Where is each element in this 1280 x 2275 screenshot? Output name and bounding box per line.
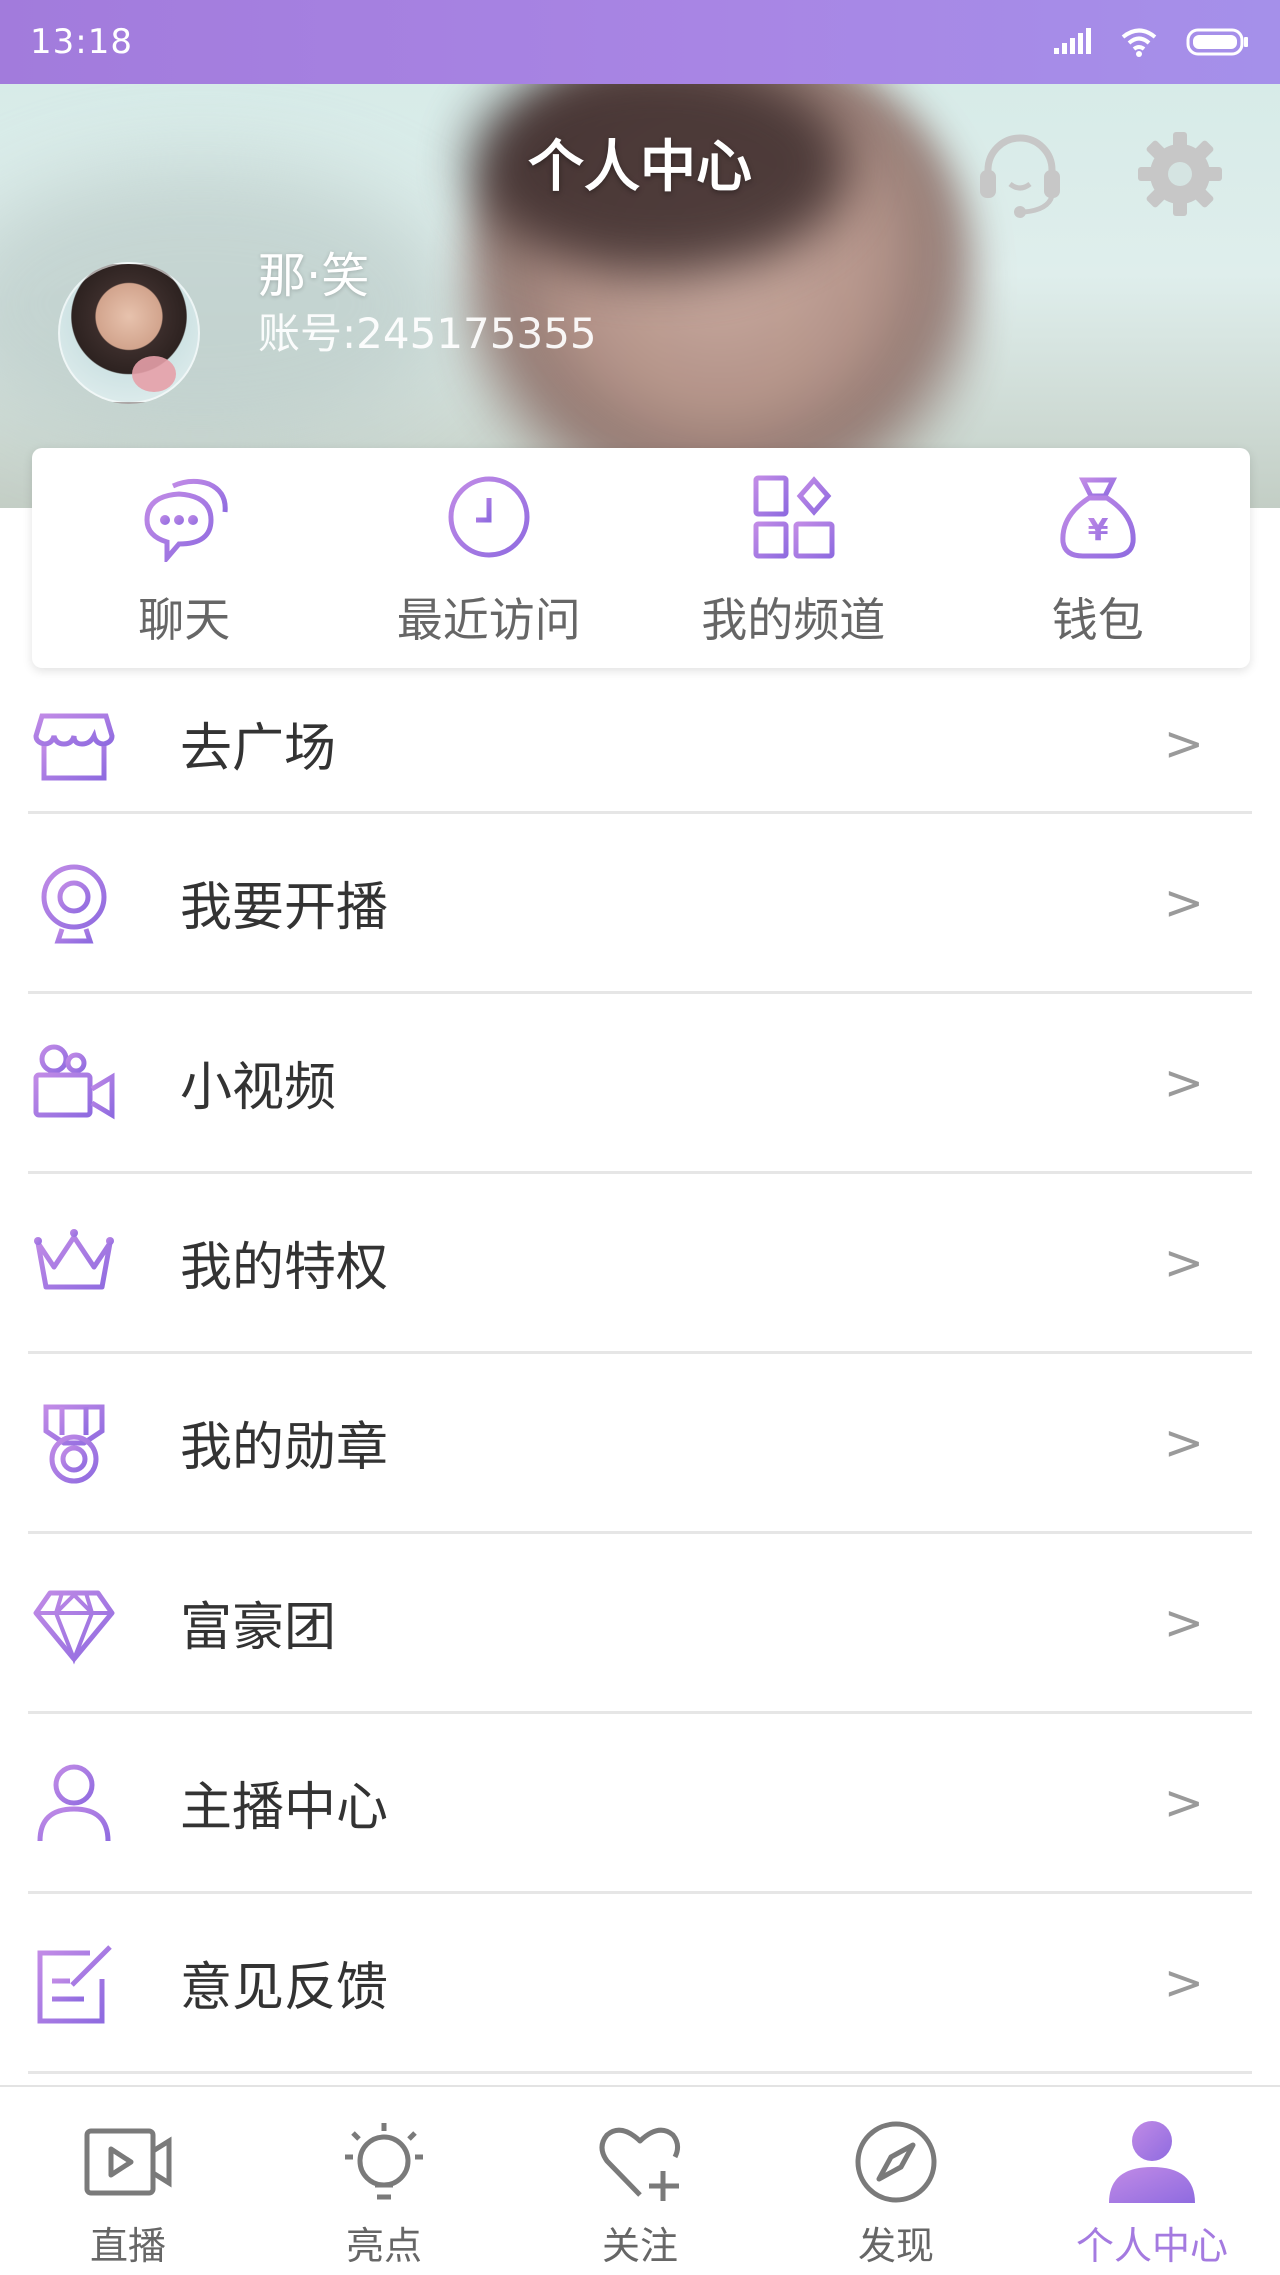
menu-item-label: 我的勋章 bbox=[180, 1418, 389, 1478]
status-bar: 13:18 bbox=[0, 0, 1280, 84]
signal-icon bbox=[1054, 28, 1091, 54]
quick-action-my-channel[interactable]: 我的频道 bbox=[641, 448, 946, 668]
user-name: 那·笑 bbox=[258, 248, 370, 304]
chevron-right-icon: > bbox=[1163, 1594, 1204, 1651]
quick-action-label: 我的频道 bbox=[701, 593, 886, 647]
user-icon bbox=[32, 1761, 116, 1845]
menu-item-label: 意见反馈 bbox=[180, 1958, 389, 2018]
chevron-right-icon: > bbox=[1163, 874, 1204, 931]
channel-grid-icon bbox=[753, 475, 835, 559]
menu-list: 去广场 > 我要开播 > 小视频 > 我的特权 > 我的勋章 > 富豪团 > 主… bbox=[0, 676, 1280, 2074]
chevron-right-icon: > bbox=[1163, 1414, 1204, 1471]
menu-item-label: 我的特权 bbox=[180, 1238, 389, 1298]
headset-icon bbox=[980, 134, 1060, 218]
status-icons bbox=[1052, 27, 1250, 57]
quick-action-label: 最近访问 bbox=[396, 593, 581, 647]
gear-icon bbox=[1138, 132, 1222, 216]
person-filled-icon bbox=[1109, 2121, 1195, 2203]
chat-bubble-icon bbox=[144, 478, 228, 562]
quick-action-label: 聊天 bbox=[138, 593, 231, 647]
menu-item-label: 去广场 bbox=[180, 719, 337, 779]
money-bag-icon: ¥ bbox=[1060, 477, 1136, 559]
wifi-icon bbox=[1121, 28, 1157, 57]
status-time: 13:18 bbox=[30, 22, 133, 62]
quick-actions-card: 聊天 最近访问 我的频道 ¥ 钱包 bbox=[32, 448, 1250, 668]
customer-service-button[interactable] bbox=[970, 124, 1070, 224]
svg-text:¥: ¥ bbox=[1087, 513, 1108, 548]
nav-tab-follow[interactable]: 关注 bbox=[512, 2087, 768, 2275]
nav-tab-label: 关注 bbox=[601, 2224, 678, 2268]
menu-item-square[interactable]: 去广场 > bbox=[28, 676, 1252, 814]
menu-item-anchor-center[interactable]: 主播中心 > bbox=[28, 1714, 1252, 1894]
battery-icon bbox=[1186, 28, 1248, 56]
nav-tab-label: 个人中心 bbox=[1075, 2224, 1228, 2268]
compass-icon bbox=[855, 2121, 937, 2203]
chevron-right-icon: > bbox=[1163, 1954, 1204, 2011]
store-icon bbox=[32, 702, 116, 786]
user-account-id: 账号:245175355 bbox=[258, 309, 597, 358]
lightbulb-icon bbox=[345, 2123, 423, 2200]
chevron-right-icon: > bbox=[1163, 715, 1204, 772]
settings-button[interactable] bbox=[1130, 124, 1230, 224]
menu-item-start-live[interactable]: 我要开播 > bbox=[28, 814, 1252, 994]
menu-item-label: 主播中心 bbox=[180, 1778, 389, 1838]
nav-tab-highlights[interactable]: 亮点 bbox=[256, 2087, 512, 2275]
quick-action-recent-visits[interactable]: 最近访问 bbox=[337, 448, 642, 668]
quick-action-chat[interactable]: 聊天 bbox=[32, 448, 337, 668]
menu-item-feedback[interactable]: 意见反馈 > bbox=[28, 1894, 1252, 2074]
nav-tab-label: 发现 bbox=[857, 2224, 934, 2268]
profile-header: 个人中心 那·笑 账号:245175355 bbox=[0, 84, 1280, 508]
nav-tab-live[interactable]: 直播 bbox=[0, 2087, 256, 2275]
menu-item-short-video[interactable]: 小视频 > bbox=[28, 994, 1252, 1174]
nav-tab-label: 亮点 bbox=[345, 2224, 422, 2268]
quick-action-wallet[interactable]: ¥ 钱包 bbox=[946, 448, 1251, 668]
webcam-icon bbox=[32, 861, 116, 945]
chevron-right-icon: > bbox=[1163, 1234, 1204, 1291]
menu-item-rich-club[interactable]: 富豪团 > bbox=[28, 1534, 1252, 1714]
menu-item-label: 我要开播 bbox=[180, 878, 389, 938]
menu-item-medals[interactable]: 我的勋章 > bbox=[28, 1354, 1252, 1534]
video-camera-icon bbox=[32, 1041, 116, 1125]
play-video-icon bbox=[84, 2128, 172, 2196]
nav-tab-discover[interactable]: 发现 bbox=[768, 2087, 1024, 2275]
page-title: 个人中心 bbox=[528, 135, 752, 200]
crown-icon bbox=[32, 1221, 116, 1305]
feedback-edit-icon bbox=[32, 1941, 116, 2025]
chevron-right-icon: > bbox=[1163, 1054, 1204, 1111]
menu-item-label: 小视频 bbox=[180, 1058, 337, 1118]
heart-plus-icon bbox=[599, 2127, 681, 2201]
medal-icon bbox=[32, 1401, 116, 1485]
menu-item-label: 富豪团 bbox=[180, 1598, 337, 1658]
clock-icon bbox=[448, 476, 530, 558]
diamond-icon bbox=[32, 1581, 116, 1665]
nav-tab-label: 直播 bbox=[89, 2224, 166, 2268]
avatar[interactable] bbox=[58, 262, 200, 404]
quick-action-label: 钱包 bbox=[1051, 593, 1144, 647]
nav-tab-profile[interactable]: 个人中心 bbox=[1024, 2087, 1280, 2275]
menu-item-privileges[interactable]: 我的特权 > bbox=[28, 1174, 1252, 1354]
bottom-nav: 直播 亮点 关注 发现 个人中心 bbox=[0, 2085, 1280, 2275]
chevron-right-icon: > bbox=[1163, 1774, 1204, 1831]
